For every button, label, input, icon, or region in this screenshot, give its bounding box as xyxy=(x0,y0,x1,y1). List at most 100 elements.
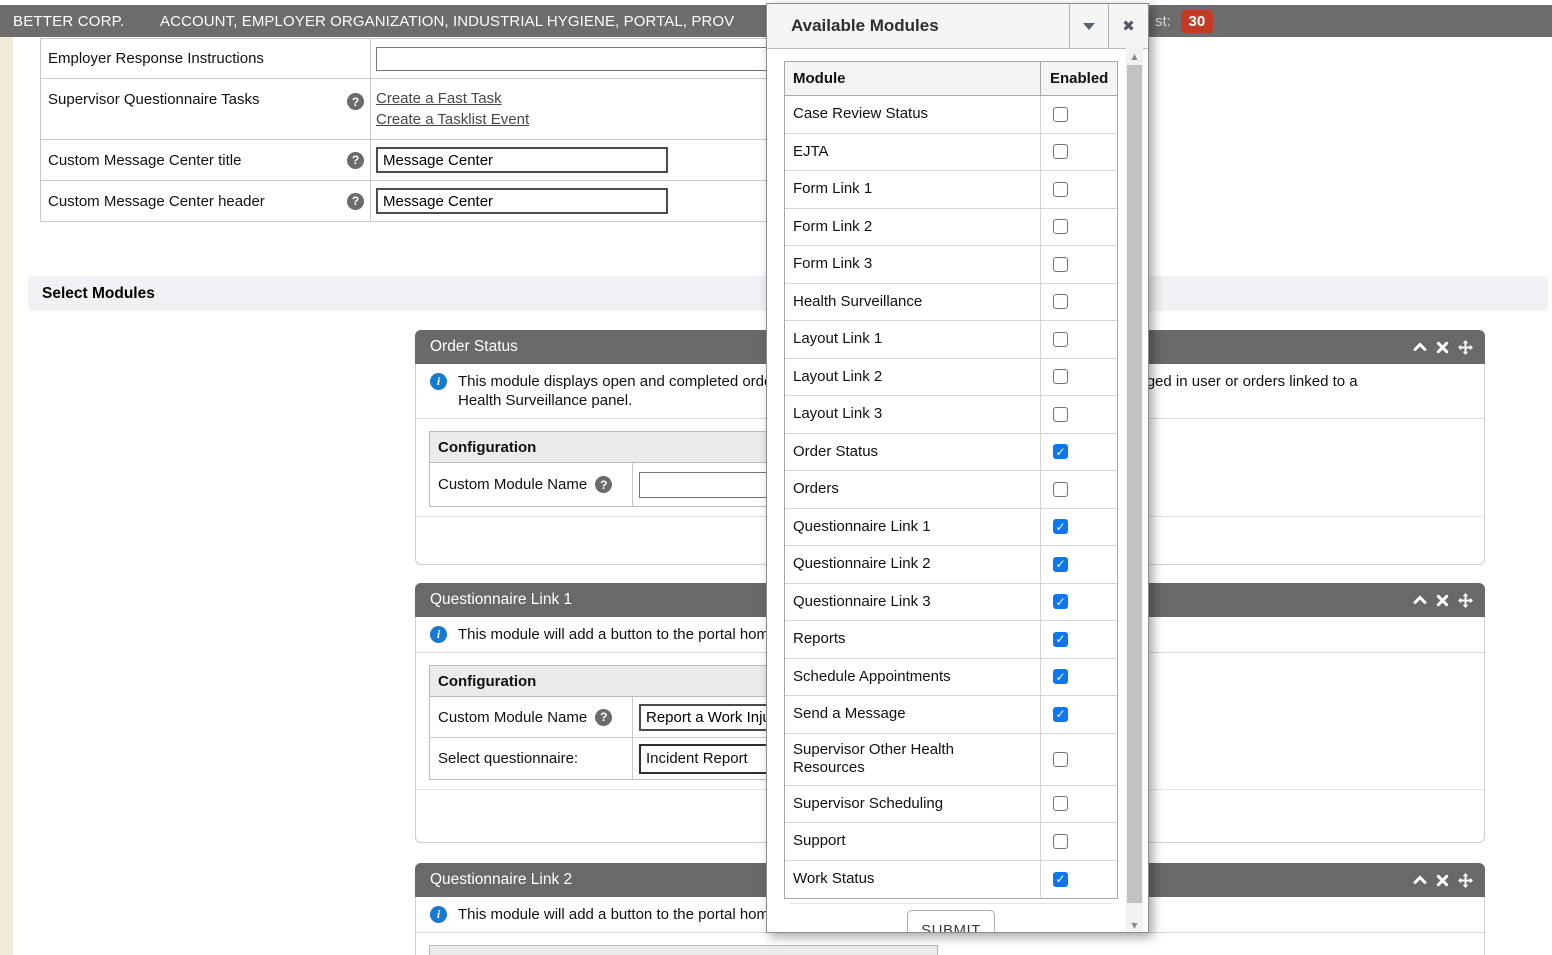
create-tasklist-event-link[interactable]: Create a Tasklist Event xyxy=(376,111,529,128)
dialog-title: Available Modules xyxy=(791,16,939,36)
module-row: Layout Link 1 xyxy=(785,321,1117,359)
collapse-icon[interactable] xyxy=(1413,593,1427,607)
move-icon[interactable] xyxy=(1458,873,1473,888)
module-row: Layout Link 3 xyxy=(785,396,1117,434)
scroll-up-icon[interactable]: ▲ xyxy=(1126,48,1143,64)
scrollbar-thumb[interactable] xyxy=(1127,65,1142,903)
form-label: Custom Message Center header xyxy=(48,193,265,210)
modules-table: Module Enabled Case Review Status EJTA F… xyxy=(784,61,1118,899)
panel-header-actions xyxy=(1413,330,1473,364)
collapse-icon[interactable] xyxy=(1413,873,1427,887)
config-label-cell: Custom Module Name ? xyxy=(430,697,633,737)
module-name: Form Link 1 xyxy=(785,171,1040,208)
module-enabled-checkbox[interactable] xyxy=(1053,144,1068,159)
top-bar-categories: ACCOUNT, EMPLOYER ORGANIZATION, INDUSTRI… xyxy=(160,13,734,30)
column-header-module: Module xyxy=(785,62,1040,95)
dialog-header: Available Modules ✖ xyxy=(767,4,1148,49)
form-label-cell: Supervisor Questionnaire Tasks ? xyxy=(41,79,371,139)
dialog-close-button[interactable]: ✖ xyxy=(1108,4,1148,48)
module-row: Orders xyxy=(785,471,1117,509)
module-enabled-checkbox[interactable] xyxy=(1053,482,1068,497)
module-enabled-checkbox[interactable] xyxy=(1053,557,1068,572)
panel-title: Questionnaire Link 2 xyxy=(430,871,572,889)
module-enabled-checkbox[interactable] xyxy=(1053,594,1068,609)
module-enabled-checkbox[interactable] xyxy=(1053,257,1068,272)
module-enabled-checkbox[interactable] xyxy=(1053,407,1068,422)
module-enabled-checkbox[interactable] xyxy=(1053,369,1068,384)
help-icon[interactable]: ? xyxy=(347,193,364,210)
remove-icon[interactable] xyxy=(1436,874,1449,887)
module-enabled-checkbox[interactable] xyxy=(1053,669,1068,684)
module-row: Schedule Appointments xyxy=(785,659,1117,697)
config-label-cell: Select questionnaire: xyxy=(430,738,633,779)
config-label: Custom Module Name xyxy=(438,709,587,726)
close-icon: ✖ xyxy=(1122,17,1135,35)
module-enabled-checkbox[interactable] xyxy=(1053,219,1068,234)
module-row: Form Link 3 xyxy=(785,246,1117,284)
module-enabled-checkbox[interactable] xyxy=(1053,294,1068,309)
brand-title: BETTER CORP. xyxy=(13,13,124,30)
help-icon[interactable]: ? xyxy=(595,709,612,726)
help-icon[interactable]: ? xyxy=(595,476,612,493)
module-enabled-checkbox[interactable] xyxy=(1053,796,1068,811)
portal-configuration-page: BETTER CORP. ACCOUNT, EMPLOYER ORGANIZAT… xyxy=(0,0,1552,955)
module-row: EJTA xyxy=(785,134,1117,172)
collapse-icon[interactable] xyxy=(1413,340,1427,354)
page-left-margin xyxy=(0,37,13,955)
submit-button[interactable]: SUBMIT xyxy=(907,910,995,933)
panel-title: Questionnaire Link 1 xyxy=(430,591,572,609)
module-row: Questionnaire Link 1 xyxy=(785,509,1117,547)
form-label: Employer Response Instructions xyxy=(48,50,264,67)
message-center-header-input[interactable] xyxy=(376,188,668,214)
module-enabled-checkbox[interactable] xyxy=(1053,182,1068,197)
count-badge: 30 xyxy=(1181,10,1213,33)
module-enabled-checkbox[interactable] xyxy=(1053,444,1068,459)
module-name: EJTA xyxy=(785,134,1040,171)
create-fast-task-link[interactable]: Create a Fast Task xyxy=(376,90,502,107)
module-name: Schedule Appointments xyxy=(785,659,1040,696)
module-name: Questionnaire Link 3 xyxy=(785,584,1040,621)
move-icon[interactable] xyxy=(1458,340,1473,355)
config-label-cell: Custom Module Name ? xyxy=(430,463,633,506)
move-icon[interactable] xyxy=(1458,593,1473,608)
module-enabled-checkbox[interactable] xyxy=(1053,834,1068,849)
module-enabled-checkbox[interactable] xyxy=(1053,872,1068,887)
module-row: Form Link 2 xyxy=(785,209,1117,247)
module-enabled-checkbox[interactable] xyxy=(1053,519,1068,534)
module-enabled-checkbox[interactable] xyxy=(1053,332,1068,347)
module-row: Support xyxy=(785,823,1117,861)
module-row: Order Status xyxy=(785,434,1117,472)
column-header-enabled: Enabled xyxy=(1040,62,1117,95)
remove-icon[interactable] xyxy=(1436,594,1449,607)
module-row: Send a Message xyxy=(785,696,1117,734)
help-icon[interactable]: ? xyxy=(347,93,364,110)
dialog-collapse-button[interactable] xyxy=(1069,4,1108,48)
module-enabled-checkbox[interactable] xyxy=(1053,632,1068,647)
module-row: Layout Link 2 xyxy=(785,359,1117,397)
module-enabled-checkbox[interactable] xyxy=(1053,707,1068,722)
module-name: Health Surveillance xyxy=(785,284,1040,321)
module-name: Support xyxy=(785,823,1040,860)
module-name: Questionnaire Link 2 xyxy=(785,546,1040,583)
module-enabled-checkbox[interactable] xyxy=(1053,752,1068,767)
form-label: Supervisor Questionnaire Tasks xyxy=(48,91,260,108)
module-name: Supervisor Scheduling xyxy=(785,786,1040,823)
chevron-down-icon xyxy=(1083,23,1095,30)
remove-icon[interactable] xyxy=(1436,341,1449,354)
dialog-scrollbar[interactable]: ▲ ▼ xyxy=(1126,48,1143,933)
form-label-cell: Custom Message Center header ? xyxy=(41,181,371,221)
message-center-title-input[interactable] xyxy=(376,147,668,173)
module-name: Layout Link 1 xyxy=(785,321,1040,358)
help-icon[interactable]: ? xyxy=(347,152,364,169)
module-enabled-checkbox[interactable] xyxy=(1053,107,1068,122)
scroll-down-icon[interactable]: ▼ xyxy=(1126,917,1143,933)
config-label: Select questionnaire: xyxy=(438,750,578,767)
module-row: Supervisor Scheduling xyxy=(785,786,1117,824)
config-label: Custom Module Name xyxy=(438,476,587,493)
module-row: Case Review Status xyxy=(785,96,1117,134)
module-row: Reports xyxy=(785,621,1117,659)
top-bar-counter: st: 30 xyxy=(1155,10,1213,33)
module-name: Orders xyxy=(785,471,1040,508)
form-label-cell: Employer Response Instructions xyxy=(41,39,371,78)
form-label-cell: Custom Message Center title ? xyxy=(41,140,371,180)
